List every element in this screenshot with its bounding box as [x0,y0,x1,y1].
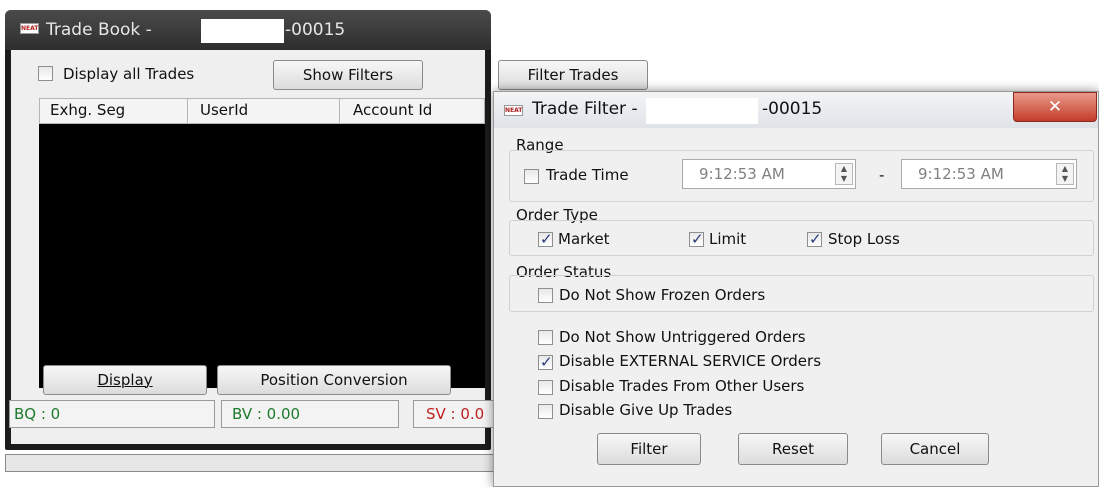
do-not-show-frozen-label: Do Not Show Frozen Orders [559,286,766,304]
time-range-separator: - [879,166,885,184]
limit-checkbox[interactable]: ✓ [689,230,704,248]
column-header[interactable]: Exhg. Seg [40,99,188,123]
stop-loss-label: Stop Loss [828,230,900,248]
sv-status: SV : 0.0 [413,400,503,428]
trade-time-checkbox[interactable] [524,169,539,184]
trade-book-client: Display all Trades Show Filters Filter T… [9,50,648,444]
disable-give-up-checkbox[interactable] [538,404,553,419]
disable-give-up-label: Disable Give Up Trades [559,401,733,419]
trade-book-window: NEAT Trade Book - -00015 Display all Tra… [5,10,648,450]
trade-filter-dialog: NEAT Trade Filter - -00015 ✕ Range Trade… [493,91,1099,487]
trade-filter-title-suffix: -00015 [762,99,823,119]
column-header[interactable]: Account Id [340,99,486,123]
trade-filter-title: Trade Filter - [532,99,638,119]
spinner-arrows-icon[interactable]: ▲ ▼ [835,163,853,185]
do-not-show-untriggered-label: Do Not Show Untriggered Orders [559,328,806,346]
disable-external-service-label: Disable EXTERNAL SERVICE Orders [559,352,822,370]
reset-button[interactable]: Reset [738,433,848,465]
stop-loss-checkbox[interactable]: ✓ [807,230,822,248]
do-not-show-untriggered-checkbox[interactable] [538,330,553,345]
bv-status: BV : 0.00 [221,400,399,428]
trade-time-label: Trade Time [546,166,629,184]
redacted-title-block [201,19,284,43]
trade-grid-body[interactable] [39,124,485,388]
limit-label: Limit [709,230,747,248]
close-button[interactable]: ✕ [1013,92,1097,122]
close-icon: ✕ [1047,97,1063,117]
neat-logo-icon: NEAT [504,105,523,116]
position-conversion-button[interactable]: Position Conversion [217,365,451,395]
display-all-trades-label: Display all Trades [63,65,195,83]
neat-logo-icon: NEAT [20,23,39,34]
disable-external-service-checkbox[interactable]: ✓ [538,353,553,371]
market-label: Market [558,230,610,248]
trade-book-bottom-bar [5,454,495,472]
display-button[interactable]: Display [43,365,207,395]
do-not-show-frozen-checkbox[interactable] [538,288,553,303]
trade-grid-header: Exhg. Seg UserId Account Id [39,98,485,124]
time-from-spinner[interactable]: 9:12:53 AM ▲ ▼ [682,159,856,189]
trade-filter-titlebar: NEAT Trade Filter - -00015 ✕ [494,92,1098,128]
cancel-button[interactable]: Cancel [881,433,989,465]
trade-book-title: Trade Book - [46,20,152,40]
column-header[interactable]: UserId [188,99,340,123]
trade-book-title-suffix: -00015 [285,20,346,40]
filter-button[interactable]: Filter [597,433,701,465]
display-all-trades-checkbox[interactable] [38,66,53,81]
filter-trades-button[interactable]: Filter Trades [498,60,648,90]
redacted-title-block [646,98,758,124]
bq-status: BQ : 0 [9,400,215,428]
time-to-spinner[interactable]: 9:12:53 AM ▲ ▼ [901,159,1077,189]
disable-other-users-label: Disable Trades From Other Users [559,377,805,395]
trade-book-titlebar: NEAT Trade Book - -00015 [5,10,491,50]
spinner-arrows-icon[interactable]: ▲ ▼ [1056,163,1074,185]
show-filters-button[interactable]: Show Filters [273,60,423,90]
market-checkbox[interactable]: ✓ [538,230,553,248]
disable-other-users-checkbox[interactable] [538,380,553,395]
